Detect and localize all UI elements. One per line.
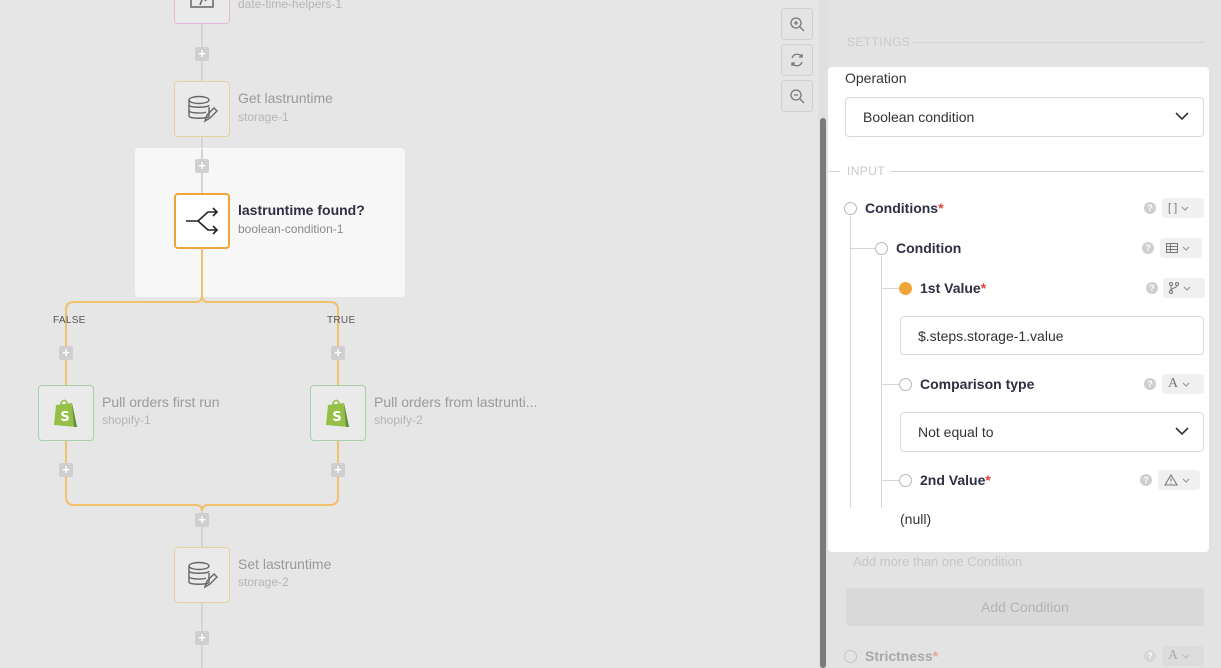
type-selector-reference[interactable]: [1163, 278, 1205, 298]
add-step-button[interactable]: +: [195, 513, 209, 527]
zoom-out-icon: [790, 89, 805, 104]
reset-icon: [791, 53, 803, 67]
branch-reference-icon: [1169, 282, 1179, 294]
add-step-button[interactable]: +: [331, 463, 345, 477]
help-icon[interactable]: ?: [1140, 474, 1152, 486]
first-value-toggle[interactable]: [899, 282, 912, 295]
first-value-label: 1st Value*: [920, 280, 987, 296]
type-selector-text[interactable]: A: [1162, 374, 1204, 394]
chevron-down-icon: [1175, 112, 1189, 121]
chevron-down-icon: [1182, 654, 1190, 659]
conditions-toggle[interactable]: [844, 202, 857, 215]
node-subtitle: shopify-1: [102, 413, 151, 427]
array-type-icon: [ ]: [1168, 202, 1178, 214]
strictness-label: Strictness*: [865, 648, 939, 664]
text-type-icon: A: [1168, 376, 1179, 391]
zoom-out-button[interactable]: [781, 80, 813, 112]
chevron-down-icon: [1182, 478, 1190, 483]
text-type-icon: A: [1168, 648, 1179, 663]
branch-connectors: [65, 248, 339, 668]
panel-scrollbar[interactable]: [820, 118, 826, 668]
second-value-toggle[interactable]: [899, 474, 912, 487]
zoom-in-button[interactable]: [781, 8, 813, 40]
shopify-icon: S: [54, 399, 77, 427]
first-value-input[interactable]: $.steps.storage-1.value: [900, 316, 1204, 355]
help-icon[interactable]: ?: [1146, 282, 1158, 294]
condition-label: Condition: [896, 240, 962, 256]
add-step-button[interactable]: +: [59, 346, 73, 360]
operation-label: Operation: [845, 70, 907, 86]
node-title: Pull orders first run: [102, 394, 220, 410]
workflow-canvas[interactable]: date-time-helpers-1 + Get lastruntime st…: [0, 0, 818, 668]
second-value-label: 2nd Value*: [920, 472, 991, 488]
help-icon[interactable]: ?: [1144, 650, 1156, 662]
node-title: Pull orders from lastrunti...: [374, 394, 538, 410]
help-icon[interactable]: ?: [1144, 202, 1156, 214]
comparison-toggle[interactable]: [899, 378, 912, 391]
reset-view-button[interactable]: [781, 44, 813, 76]
comparison-type-value: Not equal to: [918, 424, 994, 440]
svg-text:S: S: [60, 410, 69, 425]
chevron-down-icon: [1182, 246, 1190, 251]
settings-section-label: SETTINGS: [847, 35, 911, 49]
type-selector-array[interactable]: [ ]: [1162, 198, 1204, 218]
condition-toggle[interactable]: [875, 242, 888, 255]
add-step-button[interactable]: +: [195, 631, 209, 645]
node-subtitle: shopify-2: [374, 413, 423, 427]
strictness-toggle[interactable]: [844, 650, 857, 663]
add-condition-button[interactable]: Add Condition: [846, 588, 1204, 626]
shopify-1-node[interactable]: S: [38, 385, 94, 441]
set-lastruntime-node[interactable]: [174, 547, 230, 603]
shopify-2-node[interactable]: S: [310, 385, 366, 441]
chevron-down-icon: [1183, 286, 1191, 291]
help-icon[interactable]: ?: [1142, 242, 1154, 254]
type-selector-object[interactable]: [1160, 238, 1202, 258]
warning-icon: [1164, 474, 1178, 486]
node-subtitle: storage-2: [238, 575, 289, 589]
true-branch-label: TRUE: [327, 315, 356, 326]
type-selector-text[interactable]: A: [1162, 646, 1204, 666]
help-icon[interactable]: ?: [1144, 378, 1156, 390]
zoom-in-icon: [790, 17, 805, 32]
comparison-type-label: Comparison type: [920, 376, 1035, 392]
conditions-label: Conditions*: [865, 200, 944, 216]
table-icon: [1166, 243, 1178, 253]
first-value-text: $.steps.storage-1.value: [918, 327, 1064, 344]
input-section-label: INPUT: [847, 164, 885, 178]
type-selector-null[interactable]: [1158, 470, 1200, 490]
node-title: Set lastruntime: [238, 556, 332, 572]
operation-select[interactable]: Boolean condition: [845, 97, 1204, 137]
chevron-down-icon: [1181, 206, 1189, 211]
add-more-hint: Add more than one Condition: [853, 554, 1023, 569]
second-value-text: (null): [900, 511, 932, 527]
operation-value: Boolean condition: [863, 109, 975, 125]
database-edit-icon: [188, 561, 218, 589]
comparison-type-select[interactable]: Not equal to: [900, 412, 1204, 452]
shopify-icon: S: [326, 399, 349, 427]
chevron-down-icon: [1175, 427, 1189, 436]
chevron-down-icon: [1182, 382, 1190, 387]
add-step-button[interactable]: +: [331, 346, 345, 360]
svg-text:S: S: [332, 410, 341, 425]
add-step-button[interactable]: +: [59, 463, 73, 477]
false-branch-label: FALSE: [53, 315, 86, 326]
